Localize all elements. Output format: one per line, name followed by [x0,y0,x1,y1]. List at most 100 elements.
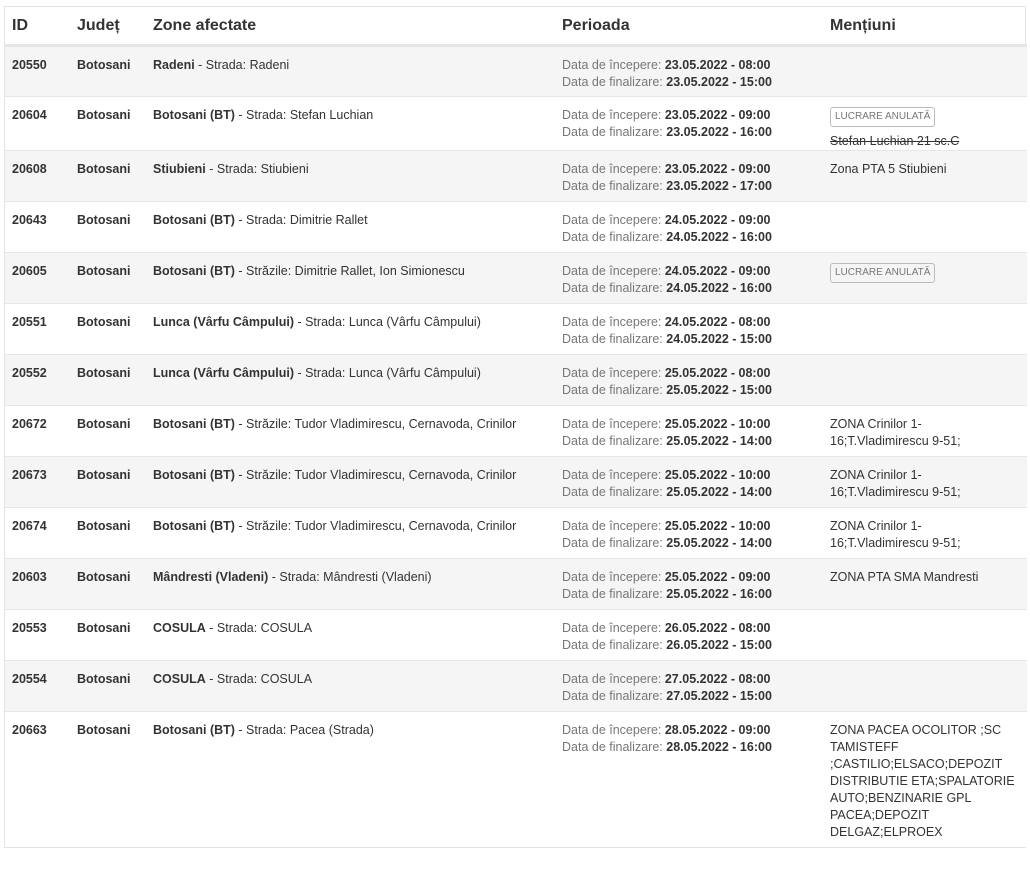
end-value: 24.05.2022 - 15:00 [666,332,772,346]
header-judet[interactable]: Județ [70,7,146,47]
header-id[interactable]: ID [5,7,70,47]
mentiuni-text: ZONA PACEA OCOLITOR ;SC TAMISTEFF ;CASTI… [830,723,1015,839]
end-line: Data de finalizare: 25.05.2022 - 14:00 [562,433,819,450]
header-perioada[interactable]: Perioada [555,7,823,47]
zone-locality: Botosani (BT) [153,468,235,482]
cell-mentiuni [823,660,1027,712]
table-row: 20672 Botosani Botosani (BT) - Străzile: T… [5,405,1027,457]
end-line: Data de finalizare: 25.05.2022 - 15:00 [562,382,819,399]
cell-perioada: Data de începere: 28.05.2022 - 09:00 Data… [555,711,823,847]
zone-streets: - Strada: COSULA [205,621,313,635]
start-label: Data de începere: [562,570,662,584]
end-line: Data de finalizare: 23.05.2022 - 16:00 [562,124,819,141]
cell-perioada: Data de începere: 25.05.2022 - 10:00 Data… [555,456,823,508]
table-row: 20643 Botosani Botosani (BT) - Strada: Dim… [5,201,1027,253]
cell-perioada: Data de începere: 23.05.2022 - 09:00 Data… [555,96,823,151]
zone-streets: - Străzile: Dimitrie Rallet, Ion Simione… [234,264,465,278]
zone-locality: COSULA [153,672,206,686]
start-line: Data de începere: 27.05.2022 - 08:00 [562,671,819,688]
cell-judet: Botosani [70,354,146,406]
end-value: 26.05.2022 - 15:00 [666,638,772,652]
cell-id: 20554 [5,660,70,712]
zone-locality: Botosani (BT) [153,519,235,533]
cell-judet: Botosani [70,252,146,304]
header-mentiuni[interactable]: Mențiuni [823,7,1027,47]
table-row: 20603 Botosani Mândresti (Vladeni) - Strad… [5,558,1027,610]
end-line: Data de finalizare: 25.05.2022 - 14:00 [562,535,819,552]
zone-locality: COSULA [153,621,206,635]
mentiuni-text: ZONA Crinilor 1- 16;T.Vladimirescu 9-51; [830,468,961,499]
zone-streets: - Strada: Mândresti (Vladeni) [268,570,432,584]
table-row: 20673 Botosani Botosani (BT) - Străzile: T… [5,456,1027,508]
cell-zone: Botosani (BT) - Străzile: Tudor Vladimir… [146,405,555,457]
start-label: Data de începere: [562,264,662,278]
cell-judet: Botosani [70,45,146,97]
header-zone[interactable]: Zone afectate [146,7,555,47]
zone-locality: Botosani (BT) [153,417,235,431]
end-value: 28.05.2022 - 16:00 [666,740,772,754]
start-line: Data de începere: 25.05.2022 - 10:00 [562,518,819,535]
start-label: Data de începere: [562,468,662,482]
end-value: 23.05.2022 - 15:00 [666,75,772,89]
cell-zone: Mândresti (Vladeni) - Strada: Mândresti … [146,558,555,610]
end-value: 27.05.2022 - 15:00 [666,689,772,703]
start-value: 28.05.2022 - 09:00 [664,723,771,737]
end-label: Data de finalizare: [562,332,663,346]
start-line: Data de începere: 23.05.2022 - 08:00 [562,57,819,74]
zone-locality: Botosani (BT) [153,264,235,278]
start-label: Data de începere: [562,723,662,737]
start-label: Data de începere: [562,108,662,122]
start-line: Data de începere: 23.05.2022 - 09:00 [562,107,819,124]
zone-streets: - Strada: Lunca (Vârfu Câmpului) [293,315,481,329]
cell-judet: Botosani [70,558,146,610]
table-row: 20674 Botosani Botosani (BT) - Străzile: T… [5,507,1027,559]
end-value: 25.05.2022 - 14:00 [666,434,772,448]
cell-judet: Botosani [70,660,146,712]
start-label: Data de începere: [562,672,662,686]
cell-zone: Botosani (BT) - Străzile: Tudor Vladimir… [146,507,555,559]
end-line: Data de finalizare: 25.05.2022 - 14:00 [562,484,819,501]
cell-id: 20672 [5,405,70,457]
cell-perioada: Data de începere: 25.05.2022 - 10:00 Data… [555,405,823,457]
start-value: 23.05.2022 - 08:00 [664,58,771,72]
start-value: 24.05.2022 - 09:00 [664,213,771,227]
cancelled-badge: LUCRARE ANULATĂ [830,263,936,283]
zone-streets: - Strada: COSULA [205,672,313,686]
cell-judet: Botosani [70,711,146,847]
table-row: 20604 Botosani Botosani (BT) - Strada: Ste… [5,96,1027,151]
start-value: 25.05.2022 - 09:00 [664,570,771,584]
cell-judet: Botosani [70,456,146,508]
end-label: Data de finalizare: [562,536,663,550]
cell-judet: Botosani [70,507,146,559]
end-label: Data de finalizare: [562,740,663,754]
zone-locality: Lunca (Vârfu Câmpului) [153,366,294,380]
end-line: Data de finalizare: 24.05.2022 - 15:00 [562,331,819,348]
start-label: Data de începere: [562,58,662,72]
mentiuni-text: ZONA PTA SMA Mandresti [830,570,979,584]
cell-perioada: Data de începere: 27.05.2022 - 08:00 Data… [555,660,823,712]
cell-zone: COSULA - Strada: COSULA [146,660,555,712]
start-label: Data de începere: [562,621,662,635]
start-label: Data de începere: [562,519,662,533]
end-label: Data de finalizare: [562,434,663,448]
end-line: Data de finalizare: 24.05.2022 - 16:00 [562,229,819,246]
zone-streets: - Strada: Lunca (Vârfu Câmpului) [293,366,481,380]
start-value: 25.05.2022 - 10:00 [664,417,771,431]
zone-locality: Mândresti (Vladeni) [153,570,269,584]
cell-mentiuni: LUCRARE ANULATĂ [823,252,1027,304]
start-value: 27.05.2022 - 08:00 [664,672,771,686]
start-label: Data de începere: [562,162,662,176]
table-row: 20608 Botosani Stiubieni - Strada: Stiubie… [5,150,1027,202]
cell-mentiuni: ZONA Crinilor 1- 16;T.Vladimirescu 9-51; [823,456,1027,508]
cell-mentiuni [823,303,1027,355]
cell-perioada: Data de începere: 24.05.2022 - 08:00 Data… [555,303,823,355]
cell-perioada: Data de începere: 25.05.2022 - 10:00 Data… [555,507,823,559]
cell-id: 20553 [5,609,70,661]
start-value: 26.05.2022 - 08:00 [664,621,771,635]
start-label: Data de începere: [562,366,662,380]
start-value: 25.05.2022 - 10:00 [664,468,771,482]
cell-zone: COSULA - Strada: COSULA [146,609,555,661]
end-value: 23.05.2022 - 16:00 [666,125,772,139]
zone-streets: - Strada: Stefan Luchian [234,108,374,122]
start-line: Data de începere: 25.05.2022 - 09:00 [562,569,819,586]
